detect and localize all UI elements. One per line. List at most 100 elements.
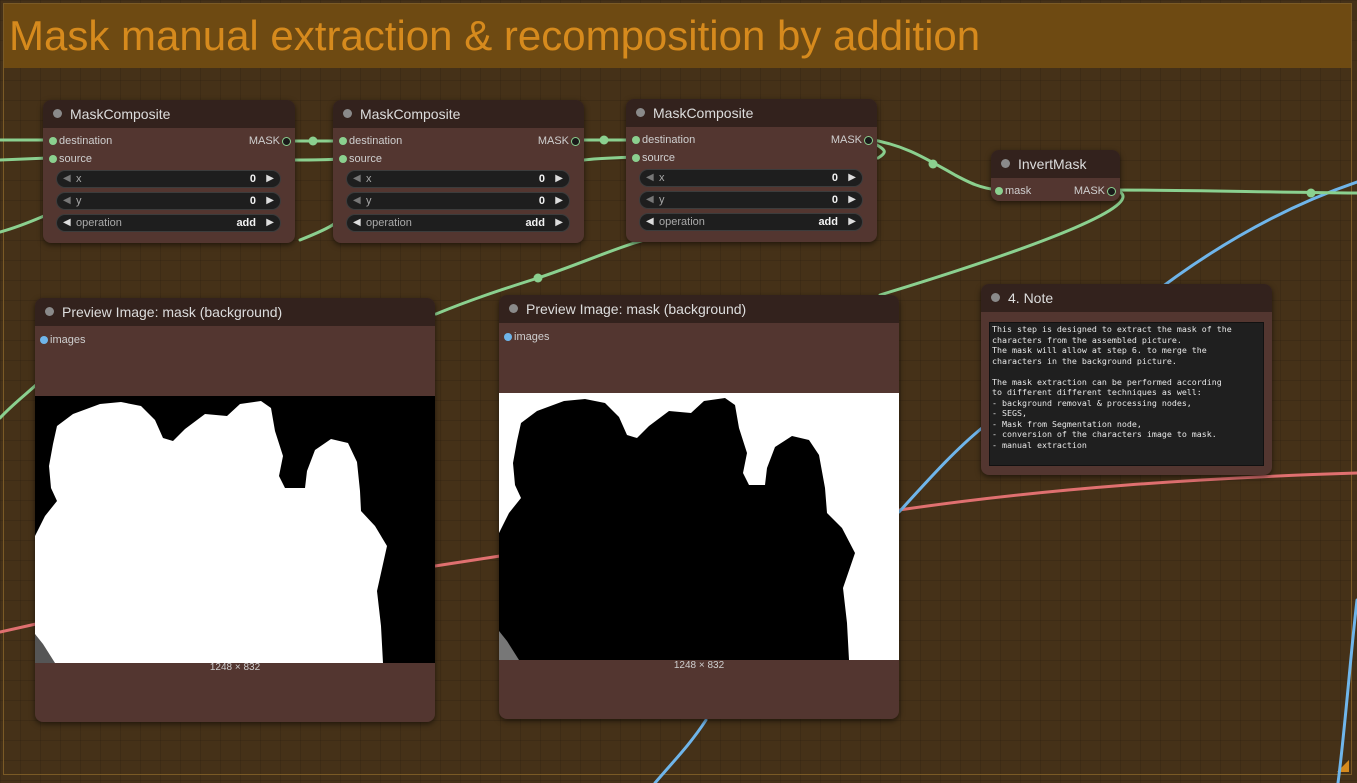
inverted-mask-preview-image[interactable] [499,393,899,660]
slot-label: MASK [248,135,280,147]
widget-label: x [366,173,372,185]
node-title-bar[interactable]: MaskComposite [43,100,295,128]
y-widget[interactable]: ◀ y 0 ▶ [56,192,281,210]
output-slot-mask[interactable]: MASK [231,134,291,148]
slot-dot-icon[interactable] [339,137,347,145]
collapse-dot-icon[interactable] [343,109,352,118]
slot-label: images [514,331,550,343]
operation-widget[interactable]: ◀ operation add ▶ [346,214,570,232]
slot-label: destination [349,135,403,147]
slot-dot-icon[interactable] [49,137,57,145]
wire-midpoint [1306,188,1316,198]
slot-label: source [59,153,93,165]
widget-label: y [76,195,82,207]
right-arrow-icon[interactable]: ▶ [266,217,274,228]
left-arrow-icon[interactable]: ◀ [646,172,654,183]
x-widget[interactable]: ◀ x 0 ▶ [56,170,281,188]
left-arrow-icon[interactable]: ◀ [353,173,361,184]
mask-composite-node[interactable]: MaskComposite destination source MASK ◀ … [43,100,295,243]
left-arrow-icon[interactable]: ◀ [353,195,361,206]
preview-image-node[interactable]: Preview Image: mask (background) images … [499,295,899,719]
widget-label: operation [76,217,122,229]
slot-dot-icon[interactable] [282,137,291,146]
output-slot-mask[interactable]: MASK [520,134,580,148]
preview-image-node[interactable]: Preview Image: mask (background) images … [35,298,435,722]
output-slot-mask[interactable]: MASK [1056,184,1116,198]
right-arrow-icon[interactable]: ▶ [848,216,856,227]
widget-label: y [659,194,665,206]
wire-midpoint [308,136,318,146]
operation-widget[interactable]: ◀ operation add ▶ [639,213,863,231]
node-title: 4. Note [1008,290,1054,306]
node-title: MaskComposite [70,106,171,122]
right-arrow-icon[interactable]: ▶ [555,173,563,184]
right-arrow-icon[interactable]: ▶ [848,172,856,183]
wire-green [0,383,38,420]
mask-composite-node[interactable]: MaskComposite destination source MASK ◀ … [333,100,584,243]
left-arrow-icon[interactable]: ◀ [646,216,654,227]
node-title-bar[interactable]: MaskComposite [626,99,877,127]
right-arrow-icon[interactable]: ▶ [848,194,856,205]
widget-value: add [818,216,838,228]
widget-label: x [76,173,82,185]
slot-label: images [50,334,86,346]
graph-canvas[interactable]: Mask manual extraction & recomposition b… [0,0,1357,783]
note-textarea[interactable]: This step is designed to extract the mas… [989,322,1264,466]
widget-label: operation [366,217,412,229]
operation-widget[interactable]: ◀ operation add ▶ [56,214,281,232]
widget-value: 0 [538,195,545,207]
widget-value: add [236,217,256,229]
node-title-bar[interactable]: InvertMask [991,150,1120,178]
slot-dot-icon[interactable] [632,154,640,162]
collapse-dot-icon[interactable] [53,109,62,118]
node-title-bar[interactable]: Preview Image: mask (background) [35,298,435,326]
slot-dot-icon[interactable] [339,155,347,163]
widget-value: add [525,217,545,229]
x-widget[interactable]: ◀ x 0 ▶ [346,170,570,188]
mask-preview-image[interactable] [35,396,435,663]
invert-mask-node[interactable]: InvertMask mask MASK [991,150,1120,201]
slot-dot-icon[interactable] [504,333,512,341]
collapse-dot-icon[interactable] [509,304,518,313]
image-dimensions: 1248 × 832 [209,662,261,673]
x-widget[interactable]: ◀ x 0 ▶ [639,169,863,187]
collapse-dot-icon[interactable] [1001,159,1010,168]
wire-green [298,222,336,242]
widget-value: 0 [831,172,838,184]
slot-dot-icon[interactable] [571,137,580,146]
node-title-bar[interactable]: 4. Note [981,284,1272,312]
wire-green [0,214,46,234]
right-arrow-icon[interactable]: ▶ [266,173,274,184]
slot-label: source [349,153,383,165]
output-slot-mask[interactable]: MASK [813,133,873,147]
collapse-dot-icon[interactable] [636,108,645,117]
widget-label: x [659,172,665,184]
right-arrow-icon[interactable]: ▶ [555,195,563,206]
node-title-bar[interactable]: Preview Image: mask (background) [499,295,899,323]
left-arrow-icon[interactable]: ◀ [63,173,71,184]
widget-value: 0 [831,194,838,206]
left-arrow-icon[interactable]: ◀ [353,217,361,228]
slot-dot-icon[interactable] [40,336,48,344]
slot-dot-icon[interactable] [864,136,873,145]
wire-red [897,471,1357,512]
right-arrow-icon[interactable]: ▶ [266,195,274,206]
left-arrow-icon[interactable]: ◀ [63,195,71,206]
mask-composite-node[interactable]: MaskComposite destination source MASK ◀ … [626,99,877,242]
slot-dot-icon[interactable] [995,187,1003,195]
y-widget[interactable]: ◀ y 0 ▶ [346,192,570,210]
left-arrow-icon[interactable]: ◀ [63,217,71,228]
node-title-bar[interactable]: MaskComposite [333,100,584,128]
left-arrow-icon[interactable]: ◀ [646,194,654,205]
slot-dot-icon[interactable] [1107,187,1116,196]
slot-label: destination [59,135,113,147]
note-node[interactable]: 4. Note This step is designed to extract… [981,284,1272,475]
right-arrow-icon[interactable]: ▶ [555,217,563,228]
widget-label: operation [659,216,705,228]
collapse-dot-icon[interactable] [991,293,1000,302]
y-widget[interactable]: ◀ y 0 ▶ [639,191,863,209]
slot-label: source [642,152,676,164]
slot-dot-icon[interactable] [49,155,57,163]
slot-dot-icon[interactable] [632,136,640,144]
collapse-dot-icon[interactable] [45,307,54,316]
